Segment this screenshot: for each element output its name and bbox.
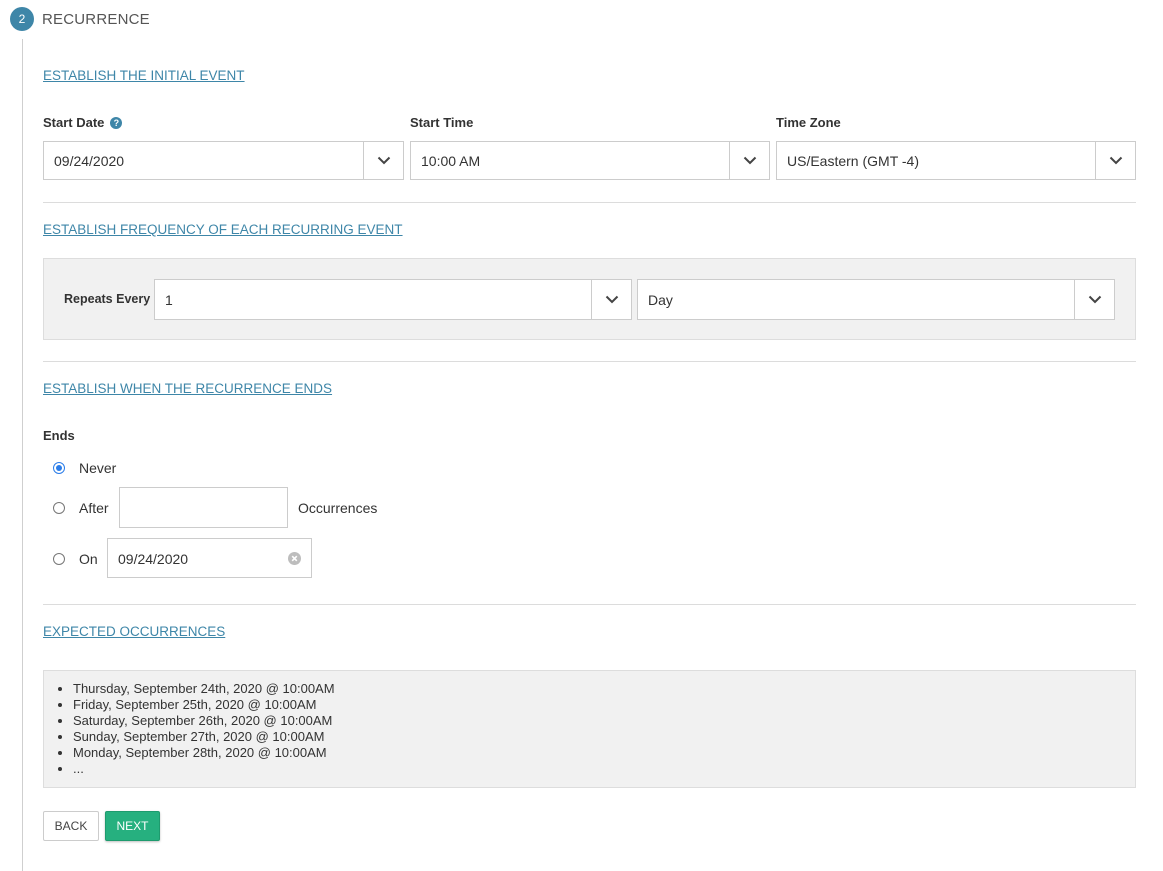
repeat-unit-select[interactable]: Day <box>637 279 1115 320</box>
list-item: ... <box>73 761 1135 777</box>
section-divider <box>43 604 1136 605</box>
list-item: Thursday, September 24th, 2020 @ 10:00AM <box>73 681 1135 697</box>
help-icon[interactable]: ? <box>110 117 123 129</box>
start-time-label: Start Time <box>410 115 474 130</box>
expected-occurrences-panel: Thursday, September 24th, 2020 @ 10:00AM… <box>43 670 1136 788</box>
chevron-down-icon[interactable] <box>1074 280 1114 319</box>
ends-label: Ends <box>43 428 75 443</box>
list-item: Friday, September 25th, 2020 @ 10:00AM <box>73 697 1135 713</box>
repeat-interval-select[interactable]: 1 <box>154 279 632 320</box>
ends-heading-link[interactable]: ESTABLISH WHEN THE RECURRENCE ENDS <box>43 381 332 396</box>
start-time-select[interactable]: 10:00 AM <box>410 141 770 180</box>
ends-never-label: Never <box>79 460 117 476</box>
step-number-badge: 2 <box>10 7 34 31</box>
time-zone-value: US/Eastern (GMT -4) <box>787 153 919 169</box>
ends-on-radio[interactable] <box>53 553 65 565</box>
clear-icon[interactable] <box>288 552 301 565</box>
start-date-select[interactable]: 09/24/2020 <box>43 141 404 180</box>
chevron-down-icon[interactable] <box>591 280 631 319</box>
ends-on-label: On <box>79 551 98 567</box>
repeat-unit-value: Day <box>648 292 673 308</box>
expected-occurrences-heading-link[interactable]: EXPECTED OCCURRENCES <box>43 624 225 639</box>
ends-after-radio[interactable] <box>53 502 65 514</box>
step-title: RECURRENCE <box>42 11 150 28</box>
chevron-down-icon[interactable] <box>729 142 769 179</box>
start-time-value: 10:00 AM <box>421 153 481 169</box>
next-button[interactable]: NEXT <box>105 811 160 841</box>
repeats-every-label: Repeats Every <box>64 292 151 306</box>
occurrences-count-input[interactable] <box>119 487 288 528</box>
section-divider <box>43 202 1136 203</box>
back-button[interactable]: BACK <box>43 811 99 841</box>
chevron-down-icon[interactable] <box>1095 142 1135 179</box>
list-item: Monday, September 28th, 2020 @ 10:00AM <box>73 745 1135 761</box>
end-date-input[interactable]: 09/24/2020 <box>107 538 312 578</box>
frequency-panel: Repeats Every 1 Day <box>43 258 1136 340</box>
chevron-down-icon[interactable] <box>363 142 403 179</box>
initial-event-heading-link[interactable]: ESTABLISH THE INITIAL EVENT <box>43 68 245 83</box>
frequency-heading-link[interactable]: ESTABLISH FREQUENCY OF EACH RECURRING EV… <box>43 222 403 237</box>
start-date-label: Start Date? <box>43 115 123 130</box>
occurrences-suffix-label: Occurrences <box>298 500 378 516</box>
start-date-label-text: Start Date <box>43 115 105 130</box>
time-zone-label: Time Zone <box>776 115 841 130</box>
time-zone-select[interactable]: US/Eastern (GMT -4) <box>776 141 1136 180</box>
ends-never-radio[interactable] <box>53 462 65 474</box>
step-connector-line <box>22 39 23 871</box>
section-divider <box>43 361 1136 362</box>
list-item: Sunday, September 27th, 2020 @ 10:00AM <box>73 729 1135 745</box>
end-date-value: 09/24/2020 <box>118 551 189 567</box>
repeat-interval-value: 1 <box>165 292 173 308</box>
list-item: Saturday, September 26th, 2020 @ 10:00AM <box>73 713 1135 729</box>
start-date-value: 09/24/2020 <box>54 153 125 169</box>
ends-after-label: After <box>79 500 109 516</box>
occurrence-list: Thursday, September 24th, 2020 @ 10:00AM… <box>44 671 1135 777</box>
